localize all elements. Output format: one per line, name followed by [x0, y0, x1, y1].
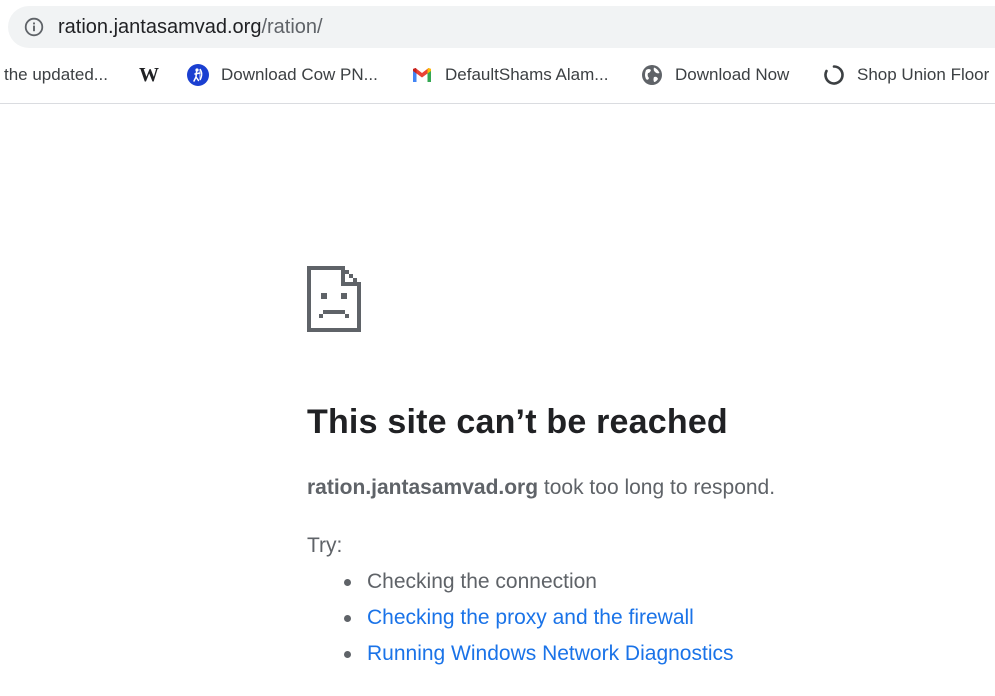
sad-page-icon — [307, 266, 361, 332]
try-label: Try: — [307, 534, 343, 557]
suggestions-list: Checking the connection Checking the pro… — [307, 567, 734, 675]
archer-icon — [187, 64, 209, 86]
bookmark-wikipedia[interactable]: W — [139, 58, 159, 92]
bookmark-gmail[interactable]: DefaultShams Alam... — [411, 58, 608, 92]
url-host: ration.jantasamvad.org — [58, 16, 262, 38]
suggestion-network-diagnostics-link[interactable]: Running Windows Network Diagnostics — [307, 639, 734, 675]
info-icon[interactable] — [24, 17, 44, 37]
suggestion-check-connection: Checking the connection — [307, 567, 734, 603]
error-headline: This site can’t be reached — [307, 403, 728, 441]
bookmark-label: Download Now — [675, 65, 790, 84]
gmail-icon — [413, 68, 431, 82]
bookmark-label: Shop Union Floor — [857, 65, 990, 84]
suggestion-proxy-firewall-link[interactable]: Checking the proxy and the firewall — [307, 603, 734, 639]
error-message-rest: took too long to respond. — [538, 476, 776, 499]
globe-icon — [642, 65, 662, 85]
error-host: ration.jantasamvad.org — [307, 476, 539, 499]
url-path: /ration/ — [261, 16, 323, 38]
wikipedia-icon: W — [139, 64, 159, 86]
bookmark-label: the updated... — [4, 65, 108, 84]
bookmark-shop-union-floor[interactable]: Shop Union Floor — [823, 58, 989, 92]
bookmark-label: Download Cow PN... — [221, 65, 378, 84]
address-bar[interactable]: ration.jantasamvad.org/ration/ — [8, 6, 995, 48]
bookmarks-bar: the updated... W Download Cow PN... Defa… — [0, 58, 995, 92]
url-text[interactable]: ration.jantasamvad.org/ration/ — [58, 15, 323, 39]
loading-icon — [824, 65, 844, 85]
bookmark-the-updated[interactable]: the updated... — [4, 58, 108, 92]
bookmark-label: DefaultShams Alam... — [445, 65, 609, 84]
bookmark-download-now[interactable]: Download Now — [641, 58, 789, 92]
browser-toolbar: ration.jantasamvad.org/ration/ the updat… — [0, 0, 995, 104]
bookmark-download-cow[interactable]: Download Cow PN... — [187, 58, 378, 92]
error-message: ration.jantasamvad.org took too long to … — [307, 476, 775, 500]
